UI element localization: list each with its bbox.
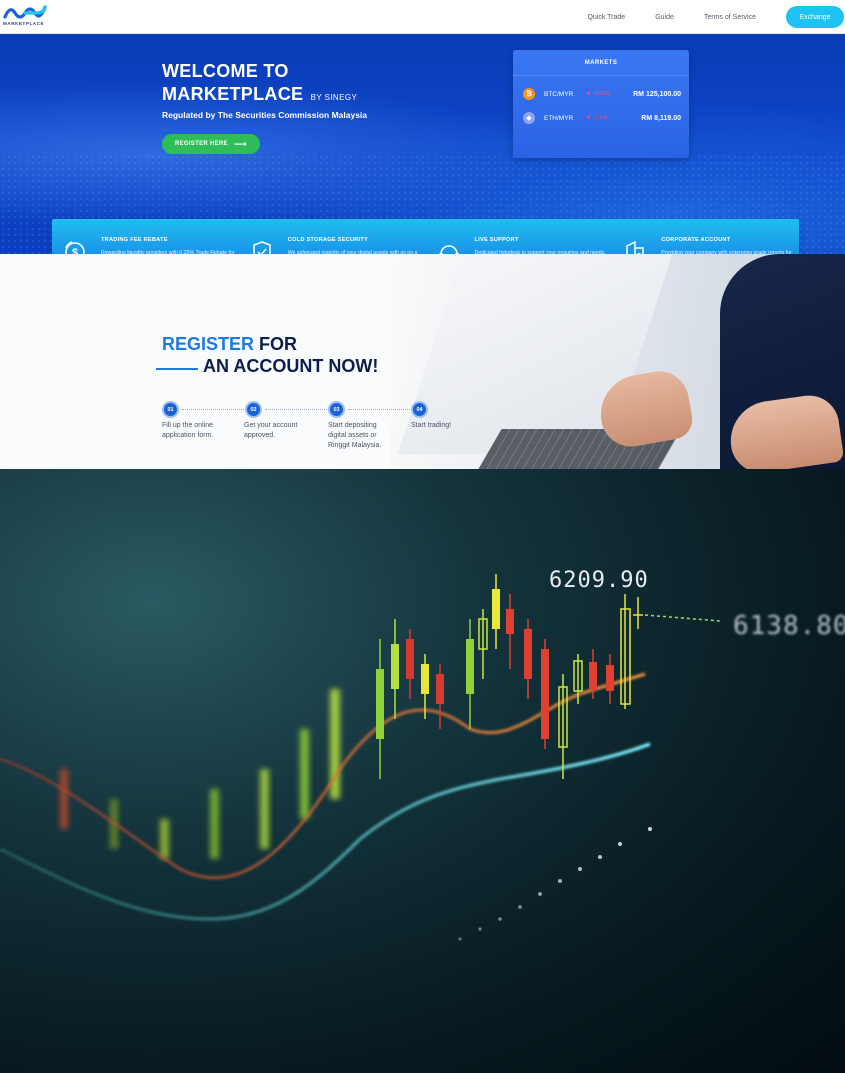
step-text-01: Fill up the online application form.: [162, 422, 214, 439]
register-title: REGISTER FOR: [162, 334, 297, 355]
step-badge-01: 01: [162, 401, 179, 418]
market-price: RM 125,100.00: [633, 90, 681, 98]
register-here-button[interactable]: REGISTER HERE ⟶: [162, 134, 260, 154]
markets-heading: MARKETS: [513, 50, 689, 76]
register-here-label: REGISTER HERE: [174, 141, 228, 147]
step-text-02: Get your account approved.: [244, 422, 298, 439]
nav-terms-of-service[interactable]: Terms of Service: [704, 14, 756, 21]
ethereum-icon: ◆: [523, 112, 535, 124]
step-badge-02: 02: [245, 401, 262, 418]
arrow-right-icon: ⟶: [233, 138, 248, 149]
market-row-btc[interactable]: ₿ BTC/MYR ▼ -0.82% RM 125,100.00: [523, 86, 681, 102]
hero-subtitle: Regulated by The Securities Commission M…: [162, 110, 368, 120]
market-change: ▼ -1.7%: [586, 115, 608, 121]
markets-card: MARKETS ₿ BTC/MYR ▼ -0.82% RM 125,100.00…: [513, 50, 689, 158]
register-section: REGISTER FOR AN ACCOUNT NOW! 01 02 03 04…: [0, 254, 845, 469]
title-underline: [156, 368, 198, 370]
hero-title-line1: WELCOME TO: [162, 61, 289, 81]
step-connector: [182, 409, 244, 410]
nav-quick-trade[interactable]: Quick Trade: [587, 14, 625, 21]
marketplace-logo[interactable]: MARKETPLACE: [3, 4, 63, 30]
market-pair: BTC/MYR: [544, 90, 574, 98]
hero-brand: MARKETPLACE: [162, 84, 304, 104]
feature-title: CORPORATE ACCOUNT: [661, 237, 731, 243]
register-title-rest: FOR: [254, 334, 298, 354]
price-label-side: 6138.80: [733, 611, 845, 641]
market-pair: ETH/MYR: [544, 114, 574, 122]
step-badge-03: 03: [328, 401, 345, 418]
trading-chart-photo: 6209.90 6138.80: [0, 469, 845, 1073]
candlestick-photo-graphic: [0, 574, 721, 941]
nav-guide[interactable]: Guide: [655, 14, 674, 21]
market-price: RM 8,119.00: [641, 114, 681, 122]
logo-text: MARKETPLACE: [3, 21, 45, 26]
laptop-hands-photo: [390, 254, 845, 469]
top-nav: Quick Trade Guide Terms of Service Excha…: [587, 0, 845, 34]
step-text-04: Start trading!: [411, 422, 452, 429]
register-title-line2: AN ACCOUNT NOW!: [203, 356, 379, 376]
price-label-large: 6209.90: [549, 568, 649, 593]
step-text-03: Start depositing digital assets or Ringg…: [328, 422, 382, 449]
hero-title-line2: MARKETPLACE BY SINEGY: [162, 84, 357, 105]
hero-by-text: BY SINEGY: [310, 93, 358, 102]
logo-wave-icon: [3, 5, 47, 19]
register-title-highlight: REGISTER: [162, 334, 255, 354]
bitcoin-icon: ₿: [523, 88, 535, 100]
market-change: ▼ -0.82%: [586, 91, 611, 97]
feature-title: TRADING FEE REBATE: [101, 237, 168, 243]
feature-title: LIVE SUPPORT: [474, 237, 519, 243]
step-connector: [265, 409, 327, 410]
site-header: MARKETPLACE Quick Trade Guide Terms of S…: [0, 0, 845, 34]
exchange-button[interactable]: Exchange: [786, 6, 844, 28]
feature-title: COLD STORAGE SECURITY: [287, 237, 369, 243]
market-row-eth[interactable]: ◆ ETH/MYR ▼ -1.7% RM 8,119.00: [523, 110, 681, 126]
step-badge-04: 04: [411, 401, 428, 418]
step-connector: [348, 409, 410, 410]
